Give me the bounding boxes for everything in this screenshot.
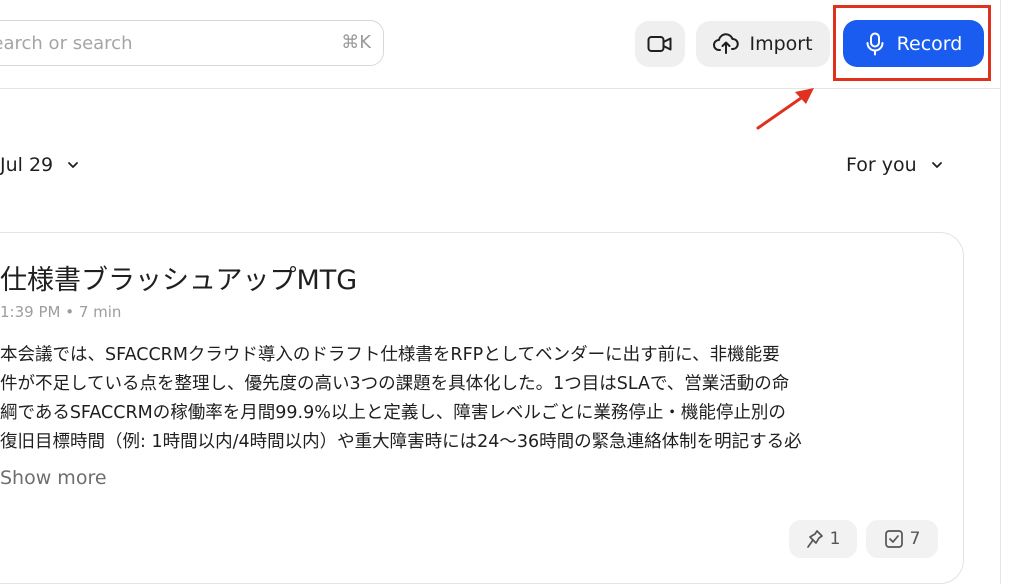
feed-filter-label: For you: [846, 154, 917, 176]
record-button-label: Record: [896, 32, 963, 55]
summary-line: 件が不足している点を整理し、優先度の高い3つの課題を具体化した。1つ目はSLAで…: [0, 374, 790, 394]
meeting-title[interactable]: 仕様書ブラッシュアップMTG: [0, 258, 357, 297]
summary-line: 復旧目標時間（例: 1時間以内/4時間以内）や重大障害時には24〜36時間の緊急…: [0, 432, 802, 452]
chevron-down-icon: [931, 161, 943, 169]
feed-filter-dropdown[interactable]: For you: [846, 154, 943, 176]
pin-icon: [806, 529, 824, 549]
cloud-upload-icon: [713, 33, 740, 55]
meeting-meta: 1:39 PM • 7 min: [0, 303, 122, 321]
date-filter-label: Jul 29: [0, 154, 54, 176]
app-page: ⌘K Import R: [0, 0, 1024, 584]
right-panel-divider: [1000, 0, 1001, 584]
pin-count: 1: [829, 529, 841, 549]
search-input[interactable]: [0, 21, 311, 65]
search-shortcut-hint: ⌘K: [341, 32, 371, 53]
pin-count-badge[interactable]: 1: [789, 520, 857, 558]
record-button[interactable]: Record: [843, 20, 984, 67]
video-record-button[interactable]: [635, 21, 685, 67]
video-camera-icon: [647, 34, 673, 54]
microphone-icon: [865, 32, 885, 56]
checkbox-icon: [884, 529, 904, 549]
meeting-summary: 本会議では、SFACCRMクラウド導入のドラフト仕様書をRFPとしてベンダーに出…: [0, 341, 938, 457]
summary-line: 綱であるSFACCRMの稼働率を月間99.9%以上と定義し、障害レベルごとに業務…: [0, 403, 786, 423]
chevron-down-icon: [67, 161, 79, 169]
import-button[interactable]: Import: [696, 21, 830, 67]
annotation-arrow-icon: [756, 88, 814, 130]
show-more-link[interactable]: Show more: [0, 467, 107, 489]
import-button-label: Import: [749, 33, 813, 55]
summary-line: 本会議では、SFACCRMクラウド導入のドラフト仕様書をRFPとしてベンダーに出…: [0, 345, 780, 365]
task-count-badge[interactable]: 7: [866, 520, 938, 558]
search-box[interactable]: ⌘K: [0, 20, 384, 66]
task-count: 7: [909, 529, 921, 549]
date-filter-dropdown[interactable]: Jul 29: [0, 154, 79, 176]
